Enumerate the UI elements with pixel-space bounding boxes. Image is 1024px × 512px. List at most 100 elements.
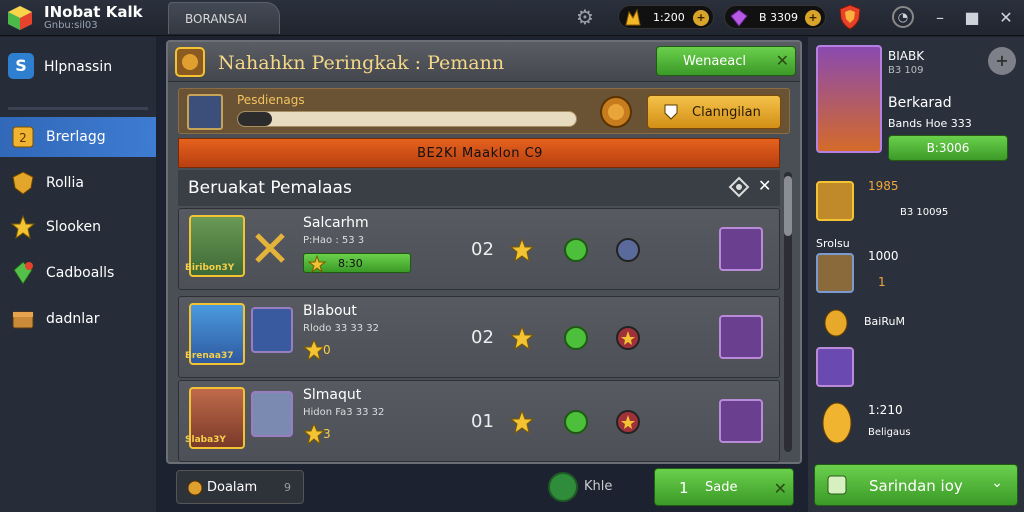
hero-tag: Slaba3Y <box>185 435 226 445</box>
app-logo-icon <box>8 6 32 30</box>
avatar <box>251 307 293 353</box>
chevron-down-icon: ⌄ <box>991 475 1003 491</box>
gem-icon <box>730 9 748 27</box>
hero-tag: Brenaa37 <box>185 351 234 361</box>
emblem-icon <box>175 47 205 77</box>
sidebar-item-dadnlar[interactable]: dadnlar <box>0 299 156 339</box>
svg-text:2: 2 <box>19 131 27 145</box>
header-action-label: Wenaeacl <box>683 54 747 69</box>
item-sub: B3 10095 <box>900 207 949 218</box>
cross-swords-icon: ✕ <box>775 51 789 70</box>
filter-icon[interactable] <box>728 176 750 198</box>
bottom-right-label: Sarindan ioy <box>869 477 963 495</box>
row-score: 8:30 <box>338 257 363 270</box>
footer-left-button[interactable]: Doalam 9 <box>176 470 304 504</box>
progress-row: Pesdienags Clanngilan <box>178 88 790 134</box>
sidebar-item-cadboalls[interactable]: Cadboalls <box>0 253 156 293</box>
item-value: 1 <box>878 275 886 289</box>
close-icon[interactable]: ✕ <box>994 6 1018 30</box>
sidebar-item-label: Rollia <box>46 175 84 191</box>
table-row[interactable]: Slaba3Y Slmaqut Hidon Fa3 33 32 3 01 <box>178 380 780 462</box>
row-count: 02 <box>471 239 494 260</box>
hero-rank: BIABK <box>888 49 925 63</box>
header-action-button[interactable]: Wenaeacl ✕ <box>656 46 796 76</box>
avatar <box>816 253 854 293</box>
profile-circle-button[interactable]: ◔ <box>892 6 914 28</box>
minimize-icon[interactable]: – <box>928 6 952 30</box>
progress-fill <box>238 112 272 126</box>
right-panel: BIABK B3 109 + Berkarad Bands Hoe 333 B:… <box>808 37 1024 512</box>
sidebar-header-label: Hlpnassin <box>44 59 113 75</box>
maximize-icon[interactable]: ■ <box>960 6 984 30</box>
app-subtitle: Gnbu:sil03 <box>44 20 98 31</box>
app-name: INobat Kalk <box>44 3 143 21</box>
list-scrollbar[interactable] <box>784 172 792 452</box>
footer-action-count: 1 <box>679 479 689 497</box>
star-icon <box>509 237 535 263</box>
list-title: Beruakat Pemalaas <box>188 178 352 198</box>
item-label: Srolsu <box>816 237 850 250</box>
footer-left-label: Doalam <box>207 480 258 495</box>
star-icon <box>303 423 325 445</box>
red-orb-icon <box>616 326 640 350</box>
chest-icon <box>12 311 34 329</box>
footer-action-button[interactable]: 1 Sade ✕ <box>654 468 794 506</box>
sidebar-header[interactable]: S Hlpnassin <box>0 49 156 85</box>
item-sub: Beligaus <box>868 427 911 438</box>
shield-icon[interactable] <box>838 4 862 30</box>
table-row[interactable]: Brenaa37 Blabout Rlodo 33 33 32 0 02 <box>178 296 780 378</box>
row-score-bar: 8:30 <box>303 253 411 273</box>
claim-button[interactable]: Clanngilan <box>647 95 781 129</box>
row-subtitle: Rlodo 33 33 32 <box>303 323 380 334</box>
table-row[interactable]: Biribon3Y Salcarhm P:Hao : 53 3 8:30 02 <box>178 208 780 290</box>
add-gem-button[interactable]: + <box>805 10 821 26</box>
crossed-swords-icon <box>255 233 285 263</box>
gear-icon[interactable]: ⚙ <box>576 5 594 29</box>
bottom-right-button[interactable]: Sarindan ioy ⌄ <box>814 464 1018 506</box>
green-orb-icon <box>564 238 588 262</box>
close-icon[interactable]: ✕ <box>758 176 771 195</box>
hero-stats: Bands Hoe 333 <box>888 117 972 130</box>
progress-bar <box>237 111 577 127</box>
footer-action-label: Sade <box>705 480 738 495</box>
tab-main[interactable]: BORANSAI <box>168 2 280 34</box>
list-header: Beruakat Pemalaas ✕ <box>178 170 780 206</box>
green-orb-icon <box>564 410 588 434</box>
hand-icon <box>664 104 678 120</box>
gold-icon <box>625 8 641 26</box>
top-bar: INobat Kalk Gnbu:sil03 BORANSAI ⚙ 1:200 … <box>0 0 1024 36</box>
sidebar-divider <box>8 107 148 110</box>
gold-trophy-icon <box>822 402 852 444</box>
avatar <box>816 347 854 387</box>
item-value: 1000 <box>868 249 899 263</box>
sidebar-item-label: dadnlar <box>46 311 100 327</box>
banner-text: BE2KI Maaklon C9 <box>417 146 543 161</box>
scroll-thumb[interactable] <box>784 176 792 236</box>
panel-header: Nahahkn Peringkak : Pemann Wenaeacl ✕ <box>168 42 800 82</box>
gem-counter: B 3309 + <box>724 5 826 29</box>
row-count: 02 <box>471 327 494 348</box>
avatar <box>187 94 223 130</box>
shield-icon <box>12 171 34 195</box>
coin-icon <box>600 96 632 128</box>
green-orb-icon <box>564 326 588 350</box>
hero-name: Berkarad <box>888 95 952 111</box>
star-icon <box>509 325 535 351</box>
hero-level: B3 109 <box>888 65 924 76</box>
row-name: Blabout <box>303 303 357 319</box>
add-gold-button[interactable]: + <box>693 10 709 26</box>
opponent-avatar <box>719 399 763 443</box>
row-subtitle: P:Hao : 53 3 <box>303 235 365 246</box>
gem-value: B 3309 <box>759 11 799 24</box>
star-icon <box>303 339 325 361</box>
cross-swords-icon: ✕ <box>773 479 787 498</box>
star-icon <box>509 409 535 435</box>
sidebar-item-rollia[interactable]: Rollia <box>0 163 156 203</box>
sidebar-item-slooken[interactable]: Slooken <box>0 207 156 247</box>
star-icon <box>10 214 36 240</box>
sidebar-item-brerlagg[interactable]: 2 Brerlagg <box>0 117 156 157</box>
star-icon <box>308 255 326 273</box>
info-icon[interactable]: + <box>988 47 1016 75</box>
hero-action-button[interactable]: B:3006 <box>888 135 1008 161</box>
coin-icon <box>187 480 203 496</box>
